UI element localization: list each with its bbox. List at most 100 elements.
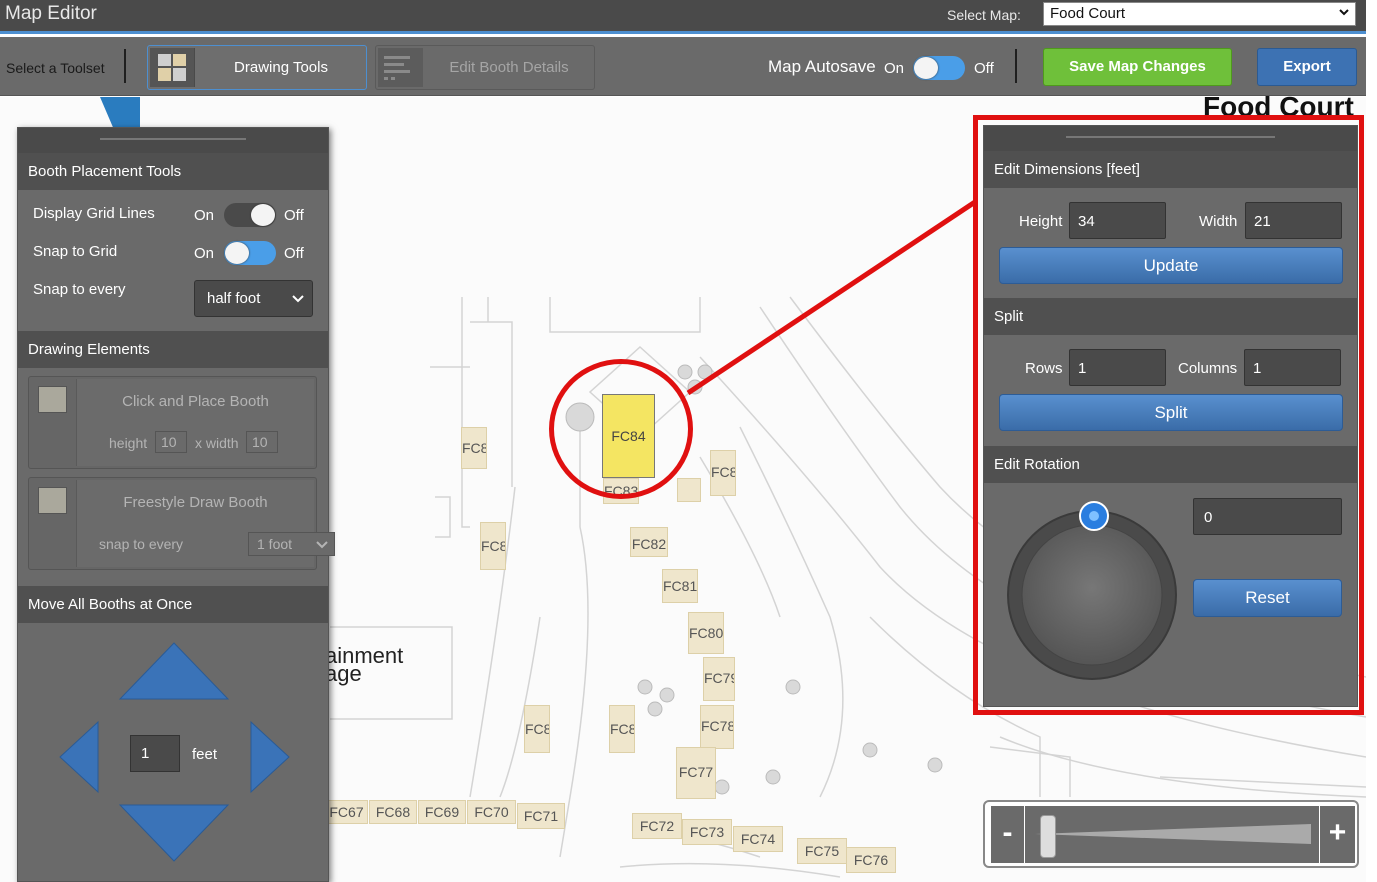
move-right-arrow[interactable] xyxy=(249,720,291,794)
export-button[interactable]: Export xyxy=(1257,48,1357,86)
booth[interactable]: FC72 xyxy=(632,813,682,839)
zoom-out-button[interactable]: - xyxy=(991,806,1024,863)
snap-grid-on-label: On xyxy=(194,245,215,262)
width-label: Width xyxy=(1199,213,1238,230)
booth[interactable]: FC8 xyxy=(461,427,487,469)
columns-input[interactable]: 1 xyxy=(1244,349,1341,386)
booth[interactable]: FC8 xyxy=(524,705,550,753)
panel-drag-handle[interactable] xyxy=(984,126,1357,151)
freestyle-options: Freestyle Draw Booth snap to every 1 foo… xyxy=(76,480,335,567)
booth[interactable]: FC77 xyxy=(676,747,716,799)
drawing-tools-panel: Booth Placement Tools Display Grid Lines… xyxy=(17,127,335,882)
booth[interactable]: FC82 xyxy=(630,527,668,557)
click-place-booth-tool[interactable]: Click and Place Booth height 10 x width … xyxy=(28,376,317,469)
booth[interactable]: FC69 xyxy=(418,800,466,824)
save-map-changes-button[interactable]: Save Map Changes xyxy=(1043,48,1232,86)
zoom-control: - + xyxy=(983,800,1359,868)
toggle-knob xyxy=(225,242,249,264)
zoom-slider-track[interactable] xyxy=(1025,806,1319,863)
rotation-input[interactable]: 0 xyxy=(1193,498,1342,535)
freestyle-snap-value: 1 foot xyxy=(257,536,293,552)
highlight-circle xyxy=(549,359,693,499)
edit-booth-details-label: Edit Booth Details xyxy=(449,59,569,76)
move-left-arrow[interactable] xyxy=(58,720,100,794)
panel-drag-handle[interactable] xyxy=(18,128,328,153)
split-section: Rows 1 Columns 1 Split xyxy=(984,335,1357,446)
width-input[interactable]: 21 xyxy=(1245,202,1342,239)
booth[interactable]: FC8 xyxy=(609,705,635,753)
click-place-options: Click and Place Booth height 10 x width … xyxy=(76,379,314,466)
snap-grid-toggle[interactable] xyxy=(224,241,276,265)
height-input[interactable]: 34 xyxy=(1069,202,1166,239)
snap-every-label: Snap to every xyxy=(33,281,126,298)
move-distance-input[interactable]: 1 xyxy=(130,735,180,772)
freestyle-snap-select[interactable]: 1 foot xyxy=(248,532,335,556)
booth[interactable] xyxy=(677,478,701,502)
booth[interactable]: FC68 xyxy=(369,800,417,824)
booth[interactable]: FC70 xyxy=(467,800,516,824)
reset-button[interactable]: Reset xyxy=(1193,579,1342,617)
booth[interactable]: FC76 xyxy=(846,847,896,873)
toggle-knob xyxy=(251,204,275,226)
booth[interactable]: FC80 xyxy=(688,612,724,654)
map-select[interactable]: Food Court xyxy=(1043,2,1356,26)
booth-height-input[interactable]: 10 xyxy=(155,431,187,453)
click-place-label: Click and Place Booth xyxy=(122,393,269,410)
height-label: height xyxy=(109,435,148,451)
grid-lines-label: Display Grid Lines xyxy=(33,205,155,222)
booth[interactable]: FC73 xyxy=(682,819,732,845)
update-button[interactable]: Update xyxy=(999,247,1343,284)
autosave-off-label: Off xyxy=(974,60,994,77)
chevron-down-icon xyxy=(316,541,328,549)
toggle-knob xyxy=(914,57,938,79)
booth[interactable]: FC79 xyxy=(703,657,735,701)
grid-icon xyxy=(150,48,195,87)
drawing-elements-section: Click and Place Booth height 10 x width … xyxy=(18,368,335,586)
booth[interactable]: FC8 xyxy=(480,522,506,570)
freestyle-draw-booth-tool[interactable]: Freestyle Draw Booth snap to every 1 foo… xyxy=(28,477,335,570)
title-bar: Map Editor Select Map: Food Court xyxy=(0,0,1366,34)
toolset-label: Select a Toolset xyxy=(6,60,105,76)
list-icon xyxy=(378,48,423,87)
autosave-label: Map Autosave xyxy=(768,57,876,76)
booth[interactable]: FC71 xyxy=(517,803,565,829)
drawing-tools-label: Drawing Tools xyxy=(234,59,328,76)
booth[interactable]: FC78 xyxy=(700,705,734,749)
grid-lines-toggle[interactable] xyxy=(224,203,276,227)
edit-booth-details-button[interactable]: Edit Booth Details xyxy=(375,45,595,90)
rows-input[interactable]: 1 xyxy=(1069,349,1166,386)
divider xyxy=(1015,49,1017,83)
map-select-value: Food Court xyxy=(1050,5,1126,22)
edit-booth-panel: Edit Dimensions [feet] Height 34 Width 2… xyxy=(983,125,1358,707)
rows-label: Rows xyxy=(1025,360,1063,377)
rotation-dial[interactable] xyxy=(1006,501,1178,683)
split-button[interactable]: Split xyxy=(999,394,1343,431)
width-label: x width xyxy=(195,435,239,451)
edit-rotation-header: Edit Rotation xyxy=(984,446,1357,483)
booth[interactable]: FC74 xyxy=(733,826,783,852)
click-place-checkbox[interactable] xyxy=(38,386,67,413)
booth[interactable]: FC8 xyxy=(710,450,736,496)
grid-lines-off-label: Off xyxy=(284,207,304,224)
select-map-label: Select Map: xyxy=(947,7,1021,23)
booth[interactable]: FC75 xyxy=(797,838,847,864)
rotation-handle[interactable] xyxy=(1079,501,1109,531)
drawing-elements-header: Drawing Elements xyxy=(18,331,328,368)
booth[interactable]: FC81 xyxy=(662,569,698,603)
stage-label: ainment age xyxy=(325,645,403,685)
columns-label: Columns xyxy=(1178,360,1238,377)
snap-grid-off-label: Off xyxy=(284,245,304,262)
move-up-arrow[interactable] xyxy=(118,641,230,701)
chevron-down-icon xyxy=(1339,9,1349,16)
drawing-tools-button[interactable]: Drawing Tools xyxy=(147,45,367,90)
zoom-slider-handle[interactable] xyxy=(1040,815,1056,858)
freestyle-snap-label: snap to every xyxy=(99,536,184,552)
freestyle-checkbox[interactable] xyxy=(38,487,67,514)
zoom-in-button[interactable]: + xyxy=(1320,806,1355,863)
autosave-toggle[interactable] xyxy=(913,56,965,80)
freestyle-label: Freestyle Draw Booth xyxy=(123,494,268,511)
snap-every-select[interactable]: half foot xyxy=(194,280,313,317)
move-down-arrow[interactable] xyxy=(118,803,230,863)
booth-width-input[interactable]: 10 xyxy=(246,431,278,453)
booth[interactable]: FC67 xyxy=(325,800,368,824)
